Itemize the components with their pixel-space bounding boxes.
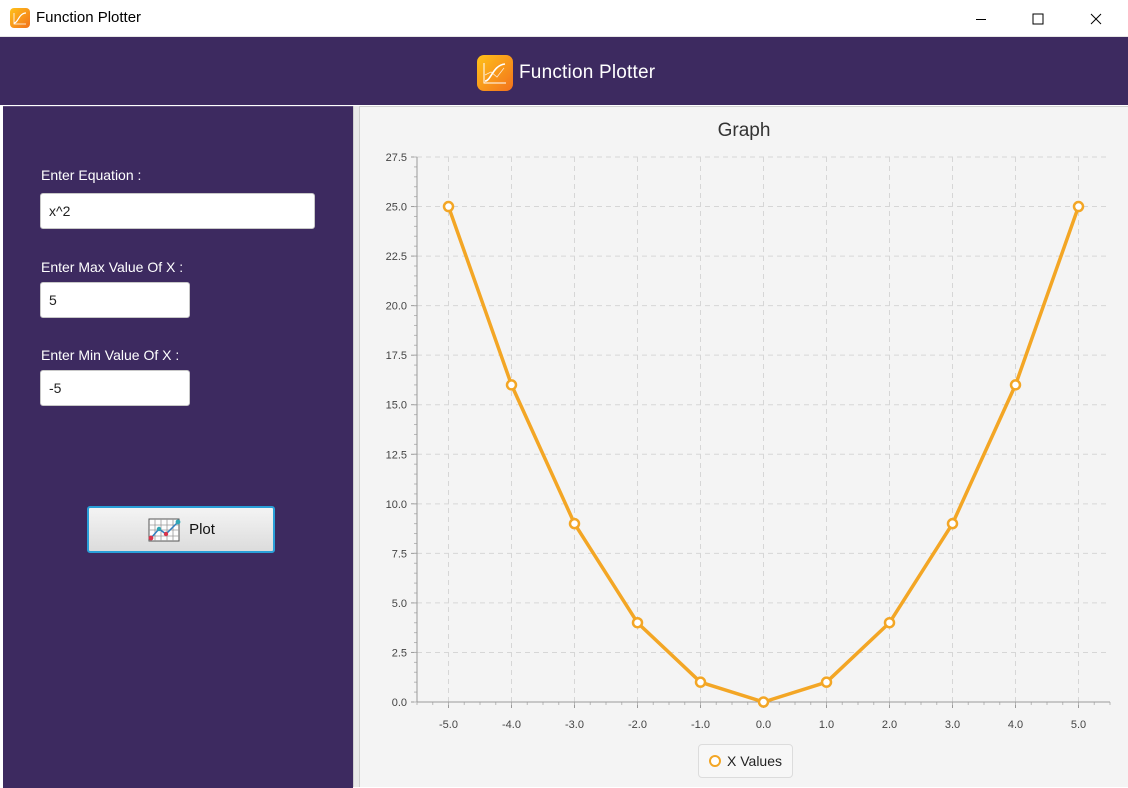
x-tick-label: 4.0	[1008, 719, 1023, 731]
data-point	[631, 616, 644, 629]
x-tick-label: -4.0	[502, 719, 521, 731]
x-tick-label: 5.0	[1071, 719, 1086, 731]
data-point	[568, 517, 581, 530]
x-tick-label: 2.0	[882, 719, 897, 731]
close-icon	[1090, 13, 1102, 24]
data-point	[883, 616, 896, 629]
max-x-label: Enter Max Value Of X :	[41, 259, 184, 275]
data-point	[946, 517, 959, 530]
data-point	[442, 200, 455, 213]
y-tick-label: 22.5	[386, 251, 407, 263]
function-plot-app-icon	[477, 55, 513, 91]
input-panel: Enter Equation : Enter Max Value Of X : …	[3, 106, 353, 788]
data-point	[1072, 200, 1085, 213]
y-tick-label: 12.5	[386, 449, 407, 461]
y-tick-label: 5.0	[392, 598, 407, 610]
minimize-button[interactable]	[952, 0, 1010, 37]
y-tick-label: 7.5	[392, 548, 407, 560]
equation-input[interactable]	[40, 193, 315, 229]
y-tick-label: 25.0	[386, 202, 407, 214]
x-tick-label: 0.0	[756, 719, 771, 731]
y-tick-label: 27.5	[386, 152, 407, 164]
y-tick-label: 0.0	[392, 697, 407, 709]
min-x-label: Enter Min Value Of X :	[41, 347, 180, 363]
chart-title: Graph	[718, 120, 771, 141]
plot-button-label: Plot	[189, 521, 215, 538]
y-tick-label: 10.0	[386, 499, 407, 511]
y-tick-label: 17.5	[386, 350, 407, 362]
maximize-icon	[1032, 13, 1044, 24]
data-point	[1009, 379, 1022, 391]
y-tick-label: 15.0	[386, 400, 407, 412]
data-point	[757, 696, 770, 708]
close-button[interactable]	[1067, 0, 1125, 37]
y-tick-label: 2.5	[392, 647, 407, 659]
data-point	[694, 676, 707, 688]
chart-legend: X Values	[698, 744, 793, 778]
chart-grid-icon	[148, 518, 181, 541]
line-chart: -5.0 -4.0 -3.0 -2.0 -1.0 0.0 1.0 2.0 3.0 4.0 5.0 0.…	[386, 120, 1111, 731]
minimize-icon	[976, 18, 986, 20]
x-tick-label: -2.0	[628, 719, 647, 731]
x-tick-label: 3.0	[945, 719, 960, 731]
x-tick-label: -5.0	[439, 719, 458, 731]
window-titlebar: Function Plotter	[0, 0, 1128, 37]
legend-item-x-values: X Values	[727, 753, 782, 769]
x-tick-label: -1.0	[691, 719, 710, 731]
min-x-input[interactable]	[40, 370, 190, 406]
data-point	[820, 676, 833, 688]
x-tick-label: -3.0	[565, 719, 584, 731]
function-plot-app-icon	[10, 8, 30, 28]
data-point	[505, 379, 518, 391]
graph-panel: -5.0 -4.0 -3.0 -2.0 -1.0 0.0 1.0 2.0 3.0 4.0 5.0 0.…	[360, 106, 1128, 787]
app-header: Function Plotter	[0, 37, 1128, 105]
equation-label: Enter Equation :	[41, 167, 142, 183]
window-title: Function Plotter	[36, 9, 142, 26]
x-tick-label: 1.0	[819, 719, 834, 731]
max-x-input[interactable]	[40, 282, 190, 318]
split-pane-divider[interactable]	[353, 106, 360, 787]
maximize-button[interactable]	[1009, 0, 1067, 37]
y-tick-label: 20.0	[386, 301, 407, 313]
header-title: Function Plotter	[519, 62, 656, 83]
plot-button[interactable]: Plot	[87, 506, 275, 553]
legend-marker	[709, 755, 721, 767]
